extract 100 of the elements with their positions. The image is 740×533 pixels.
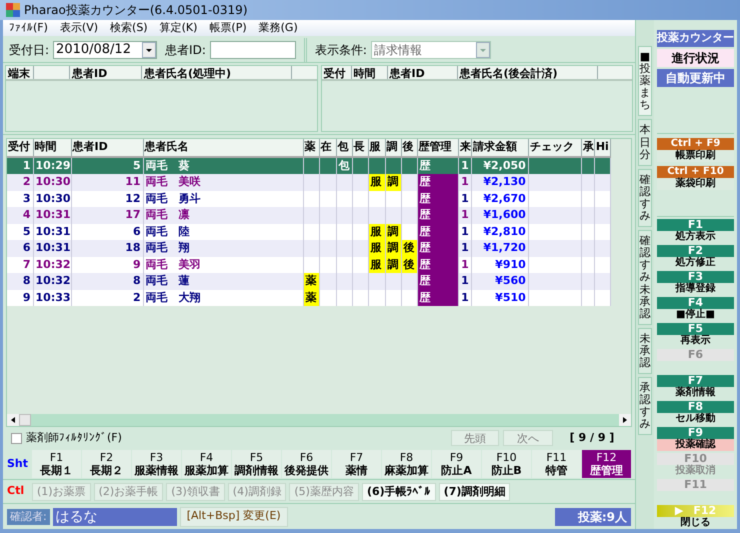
progress-status: 進行状況 [657,48,734,66]
app-icon [6,3,20,17]
column-header[interactable]: 服 [368,139,386,156]
shift-key-button[interactable]: F7 薬情 [332,450,381,478]
table-cell: 10:33 [33,290,72,306]
shift-key-button[interactable]: F8 麻薬加算 [382,450,431,478]
checkbox[interactable] [11,432,22,444]
date-label: 受付日: [9,42,50,58]
menu-item[interactable]: 算定(K) [160,20,198,36]
table-cell: 後 [401,240,418,256]
table-row[interactable]: 5 10:31 6 両毛 陸 服 調 歴 1 ¥2,810 [7,224,610,240]
table-cell: 両毛 大翔 [143,290,304,306]
column-header[interactable]: 在 [319,139,336,156]
side-tab[interactable]: 未承認 [638,328,652,374]
shift-key-button[interactable]: F2 長期２ [82,450,131,478]
date-field[interactable]: 2010/08/12 [53,40,158,58]
column-header[interactable]: 患者ID [388,66,458,79]
table-row[interactable]: 6 10:31 18 両毛 翔 服 調 後 歴 1 ¥1,720 [7,240,610,256]
condition-field[interactable]: 請求情報 [370,40,491,58]
table-cell: 歴 [417,290,458,306]
next-button[interactable]: 次へ [503,430,553,446]
table-cell: 歴 [417,174,458,190]
table-row[interactable]: 3 10:30 12 両毛 勇斗 歴 1 ¥2,670 [7,190,610,207]
column-header[interactable]: チェック [528,139,582,156]
shift-label: Sht [7,456,30,472]
menu-item[interactable]: 帳票(P) [209,20,247,36]
scroll-right-icon[interactable] [619,414,631,426]
column-header[interactable]: 時間 [33,139,72,156]
side-tab[interactable]: 確認すみ [638,168,652,228]
column-header[interactable]: 患者ID [71,139,144,156]
column-header[interactable]: 時間 [352,66,388,79]
table-cell: 服 [368,240,386,256]
menu-item[interactable]: ﾌｧｲﾙ(F) [9,20,48,36]
shift-key-button[interactable]: F11 特管 [532,450,581,478]
print-button[interactable]: Ctrl + F9 帳票印刷 [657,138,734,162]
side-tab[interactable]: 承認すみ [638,377,652,436]
table-cell: 服 [368,174,386,190]
scroll-left-icon[interactable] [7,414,19,426]
scroll-thumb[interactable] [19,414,31,426]
play-marker: ▶ [674,505,684,517]
ctrl-key-button[interactable]: (7)調剤明細 [438,482,510,500]
column-header[interactable]: 請求金額 [471,139,528,156]
dispense-count: 投薬:9人 [555,508,631,526]
menu-item[interactable]: 業務(G) [258,20,298,36]
column-header[interactable]: 長 [352,139,368,156]
page-counter: [ 9 / 9 ] [568,430,616,446]
table-cell: ¥510 [471,290,528,306]
window-title: Pharao投薬カウンター(6.4.0501-0319) [24,2,248,19]
table-cell: 1 [458,290,472,306]
menu-item[interactable]: 表示(V) [60,20,98,36]
shift-key-button[interactable]: F6 後発提供 [282,450,331,478]
column-header[interactable]: 調 [385,139,402,156]
change-button[interactable]: [Alt+Bsp] 変更(E) [180,506,288,526]
table-row[interactable]: 8 10:32 8 両毛 蓮 薬 歴 1 ¥560 [7,273,610,290]
column-header[interactable]: 歴管理 [417,139,458,156]
table-cell: 薬 [303,273,320,290]
column-header[interactable]: 患者氏名 [143,139,304,156]
table-cell: 9 [7,290,34,306]
panel-title: 投薬カウンター [657,30,734,46]
side-tab[interactable]: 確認すみ未承認 [638,230,652,325]
shift-key-button[interactable]: F1 長期１ [32,450,81,478]
ctrl-key-button[interactable]: (6)手帳ﾗﾍﾞﾙ [362,482,436,500]
shift-key-button[interactable]: F9 防止A [432,450,481,478]
column-header[interactable]: 患者ID [70,66,142,79]
shift-key-button[interactable]: F5 調剤情報 [232,450,281,478]
column-header[interactable]: 端末 [6,66,34,79]
first-button[interactable]: 先頭 [451,430,499,446]
column-header[interactable]: Hi [594,139,610,156]
column-header[interactable]: 受付 [7,139,34,156]
shift-key-button[interactable]: F12 歴管理 [582,450,631,478]
shift-key-button[interactable]: F3 服薬情報 [132,450,181,478]
column-header[interactable]: 後 [401,139,418,156]
condition-label: 表示条件: [314,42,367,58]
dropdown-caret-icon[interactable] [142,42,156,58]
column-header[interactable]: 患者氏名(後会計済) [458,66,598,79]
table-cell: 歴 [417,273,458,290]
horizontal-scrollbar[interactable] [7,414,631,426]
column-header[interactable]: 薬 [303,139,320,156]
column-header[interactable]: 患者氏名(処理中) [142,66,292,79]
shift-key-button[interactable]: F4 服薬加算 [182,450,231,478]
table-row[interactable]: 9 10:33 2 両毛 大翔 薬 歴 1 ¥510 [7,290,610,306]
patient-id-label: 患者ID: [165,42,206,58]
confirmer-label: 確認者: [7,508,50,524]
table-row[interactable]: 2 10:30 11 両毛 美咲 服 調 歴 1 ¥2,130 [7,174,610,190]
confirmer-field[interactable]: はるな [52,508,177,526]
ctrl-label: Ctl [7,483,26,500]
patient-id-field[interactable] [210,40,296,58]
print-button[interactable]: Ctrl + F10 薬袋印刷 [657,166,734,190]
table-cell: 歴 [417,240,458,256]
side-tab[interactable]: ■投薬まち [638,46,652,116]
filter-checkbox-label[interactable]: 薬剤師ﾌｨﾙﾀﾘﾝｸﾞ(F) [26,430,122,446]
side-tab[interactable]: 本日分 [638,119,652,166]
table-row[interactable]: 4 10:31 17 両毛 凛 歴 1 ¥1,600 [7,207,610,224]
column-header[interactable]: 来 [458,139,472,156]
table-row[interactable]: 7 10:32 9 両毛 美羽 服 調 後 歴 1 ¥910 [7,256,610,273]
table-cell: 歴 [417,190,458,207]
column-header[interactable]: 受付 [322,66,352,79]
shift-key-button[interactable]: F10 防止B [482,450,531,478]
column-header[interactable]: 包 [336,139,352,156]
menu-item[interactable]: 検索(S) [110,20,148,36]
